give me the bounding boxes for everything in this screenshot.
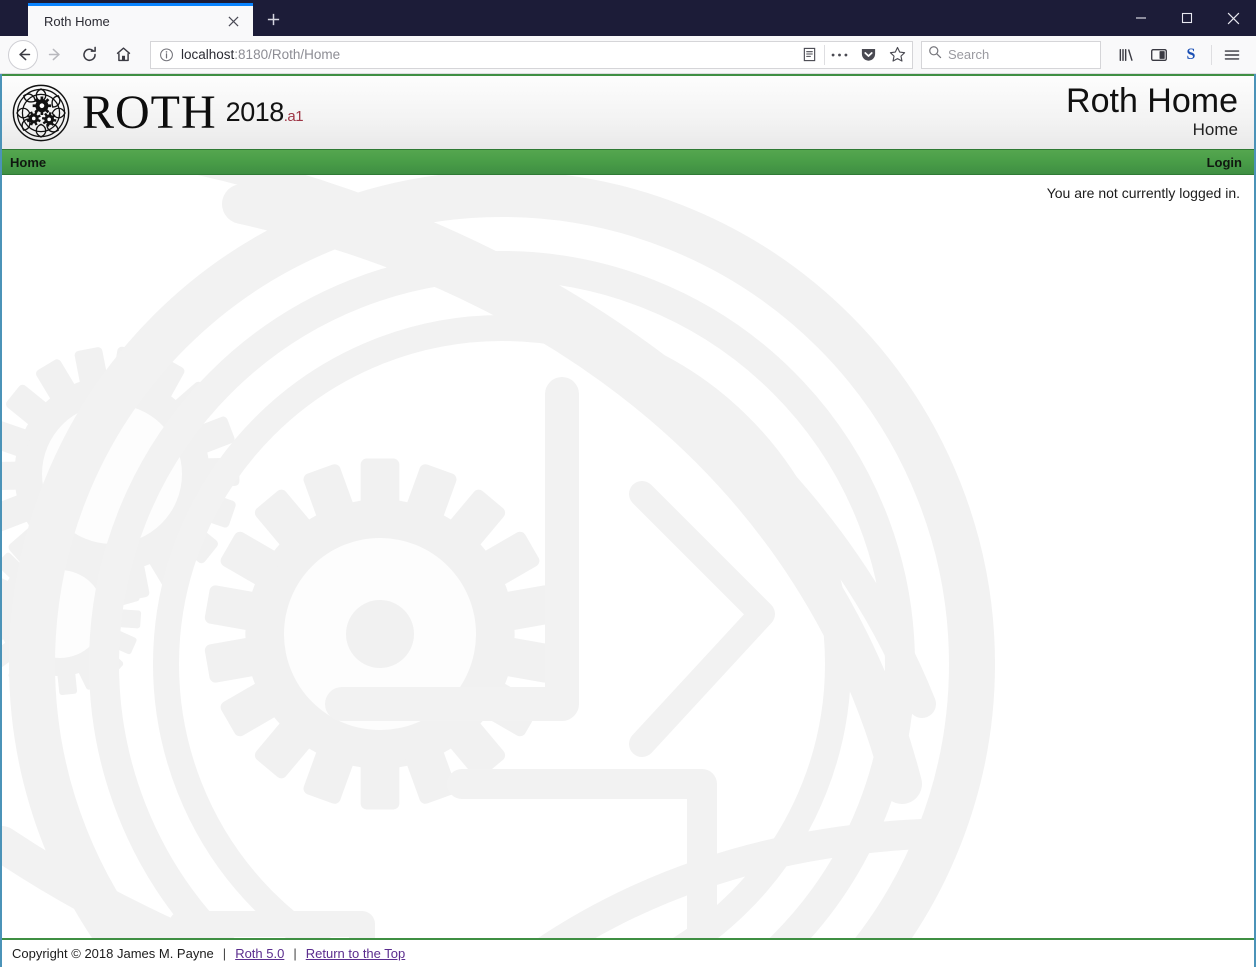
nav-item-login[interactable]: Login: [1207, 155, 1242, 170]
home-icon[interactable]: [106, 40, 140, 70]
brand-version: 2018.a1: [225, 97, 304, 128]
back-arrow-icon[interactable]: [8, 39, 38, 70]
nav-item-home[interactable]: Home: [10, 155, 46, 170]
site-header: ROTH 2018.a1 Roth Home Home: [2, 74, 1254, 149]
minimize-button[interactable]: [1118, 0, 1164, 36]
brand-version-year: 2018: [225, 97, 285, 127]
brand-wordmark: ROTH: [82, 85, 217, 139]
tab-strip: Roth Home: [0, 0, 293, 36]
browser-toolbar: localhost:8180/Roth/Home Search S: [0, 36, 1256, 74]
close-window-button[interactable]: [1210, 0, 1256, 36]
url-text: localhost:8180/Roth/Home: [181, 47, 795, 62]
site-navigation-bar: Home Login: [2, 149, 1254, 175]
page-subtitle: Home: [1192, 120, 1238, 140]
url-host: localhost: [181, 47, 235, 62]
star-icon[interactable]: [883, 42, 912, 68]
search-input[interactable]: Search: [921, 40, 1101, 69]
library-icon[interactable]: [1111, 40, 1143, 70]
extension-icon-s[interactable]: S: [1175, 40, 1207, 70]
url-bar[interactable]: localhost:8180/Roth/Home: [150, 40, 913, 69]
footer-separator: |: [222, 946, 227, 961]
search-placeholder: Search: [948, 47, 990, 62]
page-title: Roth Home: [1066, 82, 1238, 121]
browser-titlebar: Roth Home: [0, 0, 1256, 36]
brand-version-build: .a1: [283, 108, 304, 125]
login-status-message: You are not currently logged in.: [1046, 185, 1240, 201]
search-icon: [928, 45, 942, 64]
header-titles: Roth Home Home: [1066, 83, 1242, 141]
new-tab-button[interactable]: [253, 3, 293, 36]
forward-arrow-icon[interactable]: [38, 40, 72, 70]
browser-tab-active[interactable]: Roth Home: [28, 3, 253, 36]
tab-title: Roth Home: [44, 13, 110, 29]
url-path: :8180/Roth/Home: [234, 47, 341, 62]
main-content: You are not currently logged in.: [2, 175, 1254, 938]
maximize-button[interactable]: [1164, 0, 1210, 36]
reload-icon[interactable]: [72, 40, 106, 70]
pocket-shield-icon[interactable]: [854, 42, 883, 68]
celtic-gear-emblem-icon: [12, 84, 70, 141]
brand-logo[interactable]: ROTH 2018.a1: [12, 84, 304, 142]
footer-separator: |: [293, 946, 297, 961]
footer-link-version[interactable]: Roth 5.0: [235, 946, 284, 961]
footer-link-return-to-top[interactable]: Return to the Top: [306, 946, 406, 961]
toolbar-right-icons: S: [1111, 40, 1248, 70]
reader-view-icon[interactable]: [795, 42, 824, 68]
footer-copyright: Copyright © 2018 James M. Payne: [12, 946, 214, 961]
info-icon[interactable]: [151, 47, 181, 62]
url-bar-icons: [795, 42, 912, 68]
hamburger-menu-icon[interactable]: [1216, 40, 1248, 70]
page-viewport: ROTH 2018.a1 Roth Home Home Home Login Y…: [0, 74, 1256, 967]
close-icon[interactable]: [223, 11, 243, 31]
toolbar-divider: [1211, 44, 1212, 65]
sidebar-icon[interactable]: [1143, 40, 1175, 70]
browser-window: Roth Home localhost:8180/Roth/Home Searc…: [0, 0, 1256, 967]
window-controls: [1118, 0, 1256, 36]
ellipsis-icon[interactable]: [825, 42, 854, 68]
site-footer: Copyright © 2018 James M. Payne | Roth 5…: [2, 938, 1254, 967]
